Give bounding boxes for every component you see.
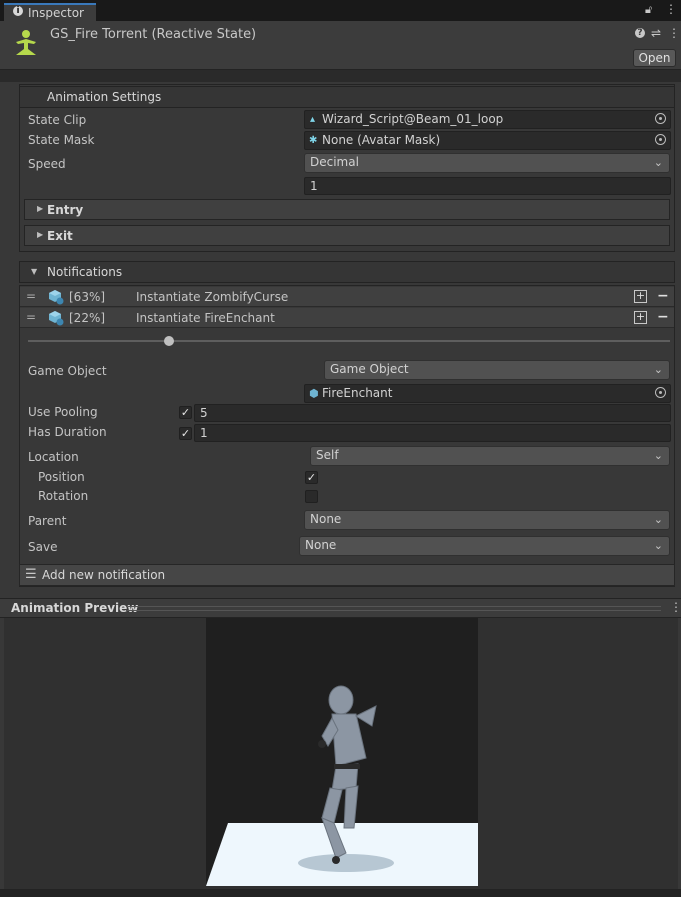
triangle-right-icon: ▶ [37, 230, 44, 239]
pool-size-input[interactable]: 5 [194, 404, 671, 422]
add-button[interactable]: + [634, 290, 647, 303]
location-value: Self [316, 448, 339, 462]
location-label: Location [28, 450, 79, 464]
speed-label: Speed [28, 157, 66, 171]
chevron-down-icon: ⌄ [653, 449, 663, 462]
character-preview-image [206, 685, 478, 886]
location-dropdown[interactable]: Self ⌄ [310, 446, 670, 466]
state-mask-field[interactable]: ✱ None (Avatar Mask) [304, 131, 671, 150]
animation-preview-header[interactable]: Animation Preview ⋮ [0, 598, 681, 618]
avatar-mask-icon: ✱ [309, 135, 318, 146]
open-button[interactable]: Open [633, 49, 676, 67]
parent-value: None [310, 512, 342, 526]
tab-bar: i Inspector 🔓︎ ⋮ [0, 0, 681, 21]
add-notification-button[interactable]: ☰ Add new notification [19, 564, 675, 586]
list-icon: ☰ [25, 567, 37, 582]
add-notification-label: Add new notification [42, 568, 166, 582]
speed-value-input[interactable]: 1 [304, 177, 671, 195]
game-object-label: Game Object [28, 364, 107, 378]
rotation-label: Rotation [38, 489, 89, 503]
parent-dropdown[interactable]: None ⌄ [304, 510, 670, 530]
save-value: None [305, 538, 337, 552]
drag-handle-icon[interactable]: = [26, 310, 36, 324]
help-icon[interactable]: ? [635, 28, 645, 38]
state-clip-value: Wizard_Script@Beam_01_loop [322, 112, 504, 126]
list-item[interactable]: = [22%] Instantiate FireEnchant + − [20, 308, 674, 328]
use-pooling-label: Use Pooling [28, 405, 98, 419]
status-strip [0, 889, 681, 897]
timing-slider[interactable] [28, 340, 670, 342]
state-clip-field[interactable]: ▴ Wizard_Script@Beam_01_loop [304, 110, 671, 129]
game-object-field[interactable]: ⬢ FireEnchant [304, 384, 671, 403]
position-checkbox[interactable]: ✓ [305, 471, 318, 484]
object-picker-icon[interactable] [655, 113, 666, 124]
exit-label: Exit [47, 229, 73, 243]
notifications-header[interactable]: ▼ Notifications [19, 261, 675, 283]
parent-label: Parent [28, 514, 67, 528]
info-icon: i [13, 6, 23, 16]
page-title: GS_Fire Torrent (Reactive State) [50, 27, 257, 42]
remove-button[interactable]: − [657, 288, 669, 304]
prefab-icon [49, 311, 64, 326]
more-icon[interactable]: ⋮ [665, 2, 677, 16]
game-object-mode-value: Game Object [330, 362, 409, 376]
object-picker-icon[interactable] [655, 387, 666, 398]
state-mask-label: State Mask [28, 133, 95, 147]
notification-percent: [63%] [69, 290, 106, 304]
tab-label: Inspector [28, 6, 84, 20]
triangle-down-icon: ▼ [31, 267, 38, 276]
drag-bar[interactable] [126, 606, 661, 611]
rotation-checkbox[interactable] [305, 490, 318, 503]
state-mask-value: None (Avatar Mask) [322, 133, 441, 147]
speed-mode-dropdown[interactable]: Decimal ⌄ [304, 153, 670, 173]
section-title: Notifications [47, 265, 123, 279]
chevron-down-icon: ⌄ [653, 513, 663, 526]
add-button[interactable]: + [634, 311, 647, 324]
section-title: Animation Settings [47, 90, 162, 104]
preview-title: Animation Preview [11, 601, 139, 615]
duration-input[interactable]: 1 [194, 424, 671, 442]
has-duration-checkbox[interactable]: ✓ [179, 427, 192, 440]
settings-sliders-icon[interactable]: ⇌ [651, 26, 661, 40]
tab-inspector[interactable]: i Inspector [4, 3, 96, 21]
save-label: Save [28, 540, 58, 554]
chevron-down-icon: ⌄ [653, 363, 663, 376]
divider [0, 70, 681, 82]
animation-settings-header[interactable]: Animation Settings [19, 86, 675, 108]
save-dropdown[interactable]: None ⌄ [299, 536, 670, 556]
notification-name: Instantiate ZombifyCurse [136, 290, 289, 304]
context-menu-icon[interactable]: ⋮ [670, 600, 681, 614]
triangle-right-icon: ▶ [37, 204, 44, 213]
prefab-icon: ⬢ [309, 387, 319, 400]
prefab-icon [49, 290, 64, 305]
object-picker-icon[interactable] [655, 134, 666, 145]
remove-button[interactable]: − [657, 309, 669, 325]
speed-mode-value: Decimal [310, 155, 359, 169]
notification-percent: [22%] [69, 311, 106, 325]
lock-icon[interactable]: 🔓︎ [645, 3, 652, 17]
use-pooling-checkbox[interactable]: ✓ [179, 406, 192, 419]
game-object-mode-dropdown[interactable]: Game Object ⌄ [324, 360, 670, 380]
state-clip-label: State Clip [28, 113, 87, 127]
context-menu-icon[interactable]: ⋮ [668, 26, 680, 40]
chevron-down-icon: ⌄ [653, 156, 663, 169]
game-object-value: FireEnchant [322, 386, 393, 400]
notification-name: Instantiate FireEnchant [136, 311, 275, 325]
entry-label: Entry [47, 203, 84, 217]
list-item[interactable]: = [63%] Instantiate ZombifyCurse + − [20, 287, 674, 307]
has-duration-label: Has Duration [28, 425, 107, 439]
drag-handle-icon[interactable]: = [26, 289, 36, 303]
exit-foldout[interactable]: ▶ Exit [24, 225, 670, 246]
entry-foldout[interactable]: ▶ Entry [24, 199, 670, 220]
chevron-down-icon: ⌄ [653, 539, 663, 552]
state-icon [16, 30, 36, 55]
position-label: Position [38, 470, 85, 484]
animation-clip-icon: ▴ [310, 114, 316, 125]
